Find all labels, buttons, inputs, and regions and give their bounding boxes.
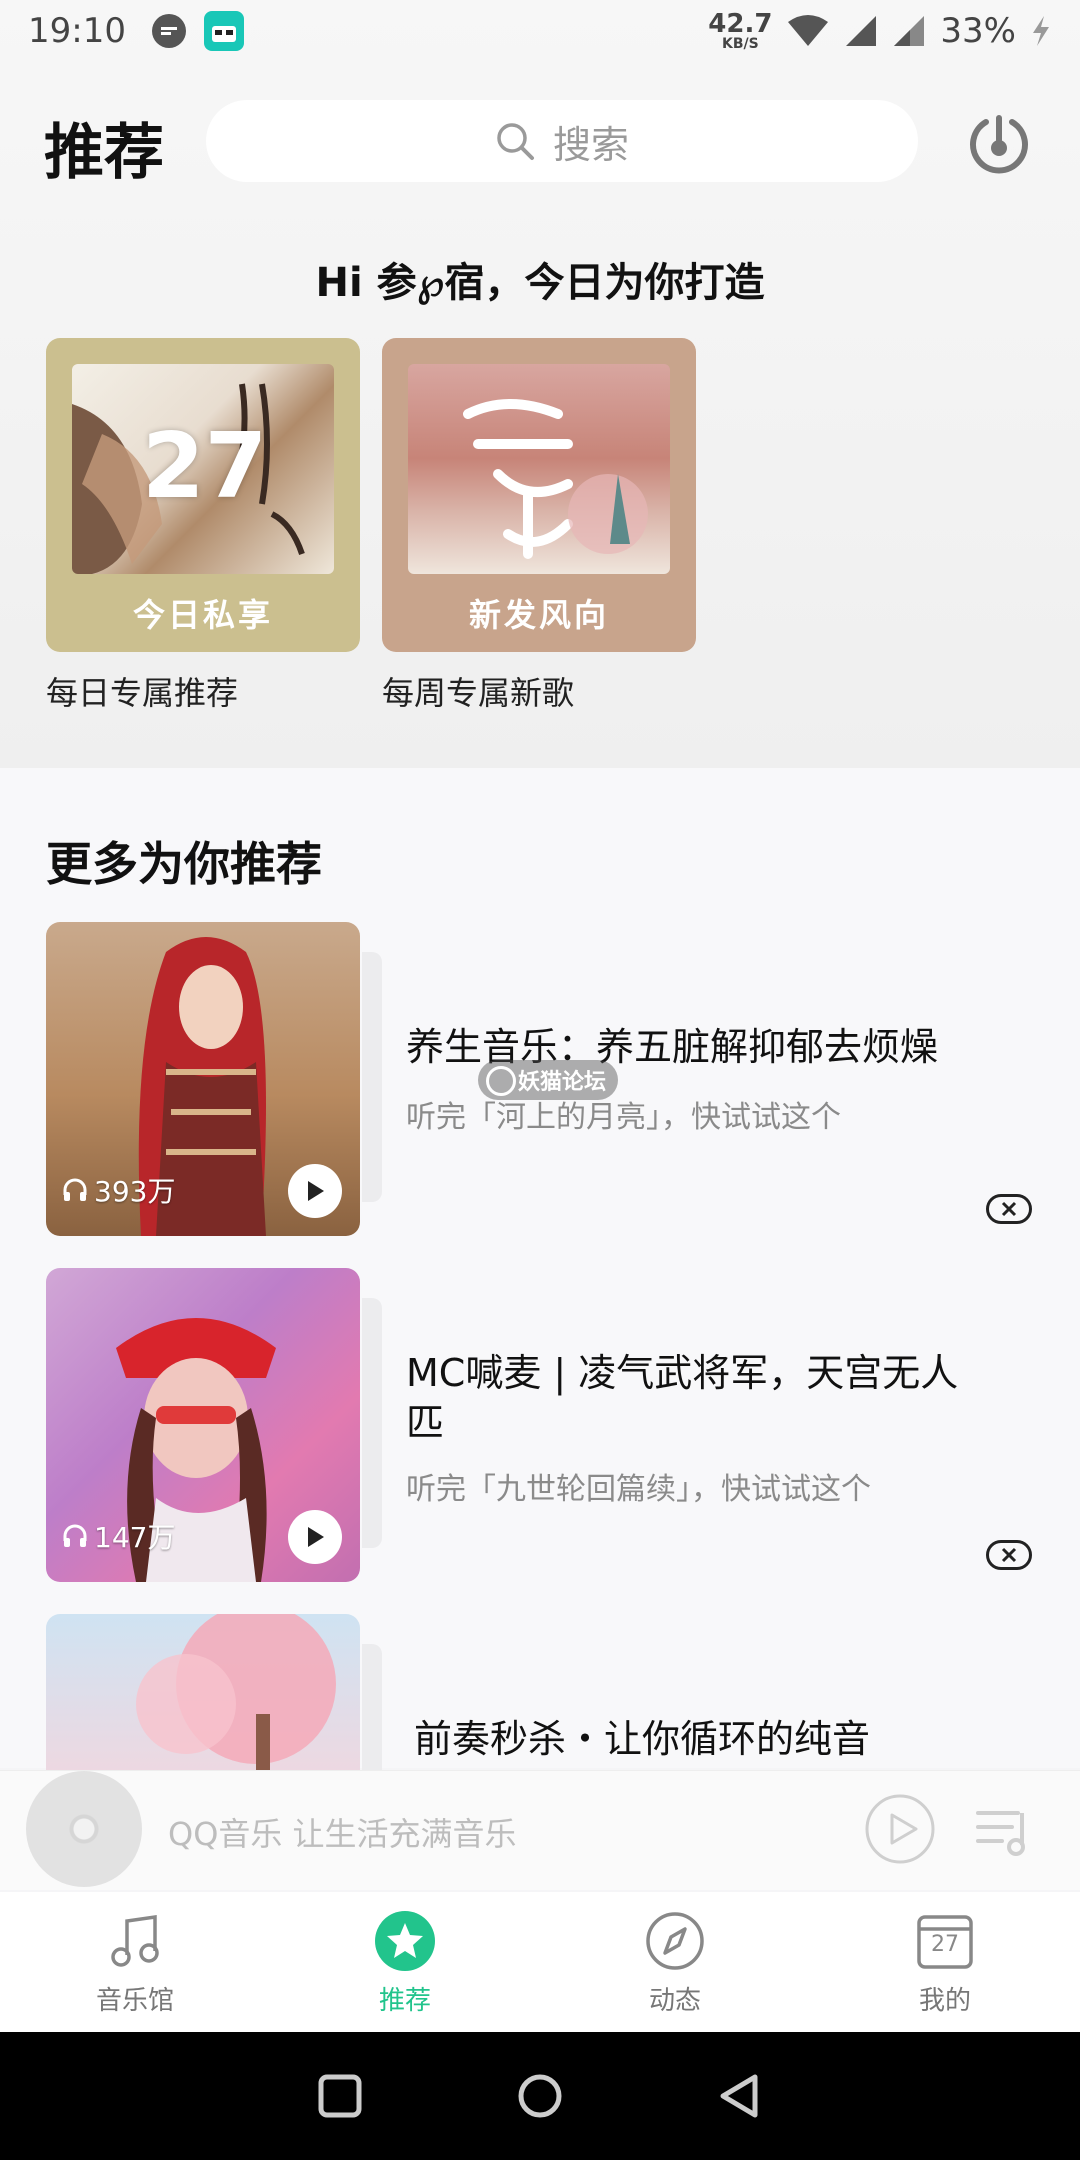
home-icon[interactable] bbox=[515, 2071, 565, 2121]
wifi-icon bbox=[788, 15, 829, 46]
header: 推荐 搜索 bbox=[0, 96, 1080, 196]
daily-recommend-card[interactable]: 27 今日私享 bbox=[46, 338, 360, 652]
tab-music-hall[interactable]: 音乐馆 bbox=[0, 1892, 270, 2032]
tab-label: 推荐 bbox=[378, 1986, 431, 2016]
playlist-queue-icon[interactable] bbox=[972, 1799, 1036, 1863]
status-right: 42.7 KB/S 33% bbox=[708, 11, 1052, 51]
headphones-icon bbox=[63, 1178, 87, 1201]
card-ribbon: 今日私享 bbox=[132, 596, 273, 634]
weekly-card-caption: 每周专属新歌 bbox=[382, 674, 575, 712]
weekly-card-art bbox=[408, 364, 670, 574]
dismiss-button[interactable] bbox=[986, 1540, 1032, 1570]
play-count-value: 147万 bbox=[94, 1521, 176, 1554]
close-icon bbox=[1001, 1547, 1017, 1563]
playlist-desc: 听完「九世轮回篇续」，快试试这个 bbox=[406, 1472, 871, 1507]
playlist-title: MC喊麦 | 凌气武将军，天宫无人匹 bbox=[406, 1351, 959, 1445]
mini-player[interactable]: QQ音乐 让生活充满音乐 bbox=[0, 1770, 1080, 1890]
play-button[interactable] bbox=[288, 1164, 342, 1218]
star-icon bbox=[372, 1908, 438, 1974]
signal-icon bbox=[846, 16, 877, 46]
tab-label: 音乐馆 bbox=[95, 1986, 174, 2016]
calendar-icon: 27 bbox=[912, 1908, 978, 1974]
calendar-date: 27 bbox=[931, 1932, 959, 1957]
bottom-tab-bar: 音乐馆 推荐 动态 27 我的 bbox=[0, 1892, 1080, 2032]
card-art-number: 27 bbox=[142, 414, 268, 519]
play-button[interactable] bbox=[288, 1510, 342, 1564]
play-icon bbox=[308, 1181, 324, 1201]
playlist-desc: 听完「河上的月亮」，快试试这个 bbox=[406, 1100, 841, 1135]
tab-label: 动态 bbox=[648, 1986, 701, 2016]
radio-icon[interactable] bbox=[966, 110, 1032, 176]
status-bar: 19:10 42.7 KB/S 33% bbox=[0, 0, 1080, 62]
album-disc-icon[interactable] bbox=[26, 1771, 142, 1887]
cover-stack-edge bbox=[362, 952, 382, 1202]
close-icon bbox=[1001, 1201, 1017, 1217]
play-count: 393万 bbox=[62, 1170, 175, 1210]
net-speed-unit: KB/S bbox=[721, 36, 759, 52]
mini-player-text: QQ音乐 让生活充满音乐 bbox=[168, 1815, 517, 1853]
section-title: 更多为你推荐 bbox=[46, 837, 322, 891]
page-title: 推荐 bbox=[44, 118, 164, 188]
card-ribbon: 新发风向 bbox=[468, 596, 609, 634]
cover-stack-edge bbox=[362, 1644, 382, 1770]
tab-feed[interactable]: 动态 bbox=[540, 1892, 810, 2032]
weekly-new-card[interactable]: 新发风向 bbox=[382, 338, 696, 652]
net-speed-value: 42.7 bbox=[708, 9, 773, 39]
playlist-cover[interactable]: 393万 bbox=[46, 922, 360, 1236]
music-note-icon bbox=[102, 1908, 168, 1974]
net-speed: 42.7 KB/S bbox=[708, 11, 772, 51]
system-nav-bar bbox=[0, 2032, 1080, 2160]
dismiss-button[interactable] bbox=[986, 1194, 1032, 1224]
message-notification-icon bbox=[151, 14, 186, 48]
headphones-icon bbox=[63, 1524, 87, 1547]
forum-watermark: 妖猫论坛 bbox=[478, 1060, 619, 1100]
play-count: 147万 bbox=[62, 1516, 175, 1556]
greeting-text: Hi 参℘宿，今日为你打造 bbox=[315, 260, 765, 306]
playlist-row[interactable]: 147万 MC喊麦 | 凌气武将军，天宫无人匹 听完「九世轮回篇续」，快试试这个 bbox=[0, 1268, 1080, 1588]
mini-play-button[interactable] bbox=[864, 1793, 936, 1865]
playlist-title: 前奏秒杀・让你循环的纯音 bbox=[414, 1717, 871, 1761]
cover-stack-edge bbox=[362, 1298, 382, 1548]
playlist-cover[interactable] bbox=[46, 1614, 360, 1770]
daily-card-caption: 每日专属推荐 bbox=[46, 674, 239, 712]
back-icon[interactable] bbox=[715, 2071, 765, 2121]
recents-icon[interactable] bbox=[315, 2071, 365, 2121]
app-screen: 19:10 42.7 KB/S 33% 推荐 搜索 Hi 参℘宿，今日为你打造 … bbox=[0, 0, 1080, 2160]
signal-2-icon bbox=[894, 16, 925, 46]
playlist-row[interactable]: 前奏秒杀・让你循环的纯音 bbox=[0, 1614, 1080, 1770]
compass-icon bbox=[642, 1908, 708, 1974]
charging-icon bbox=[1033, 16, 1049, 46]
search-bar[interactable]: 搜索 bbox=[206, 100, 918, 182]
play-icon bbox=[308, 1527, 324, 1547]
magic-app-icon bbox=[203, 11, 244, 51]
search-icon bbox=[497, 123, 534, 160]
battery-percent: 33% bbox=[940, 11, 1016, 51]
playlist-cover[interactable]: 147万 bbox=[46, 1268, 360, 1582]
daily-card-art: 27 bbox=[72, 364, 334, 574]
tab-recommend[interactable]: 推荐 bbox=[270, 1892, 540, 2032]
play-count-value: 393万 bbox=[94, 1175, 176, 1208]
search-placeholder: 搜索 bbox=[552, 122, 629, 167]
tab-label: 我的 bbox=[918, 1986, 971, 2016]
tab-mine[interactable]: 27 我的 bbox=[810, 1892, 1080, 2032]
status-time: 19:10 bbox=[28, 11, 126, 51]
